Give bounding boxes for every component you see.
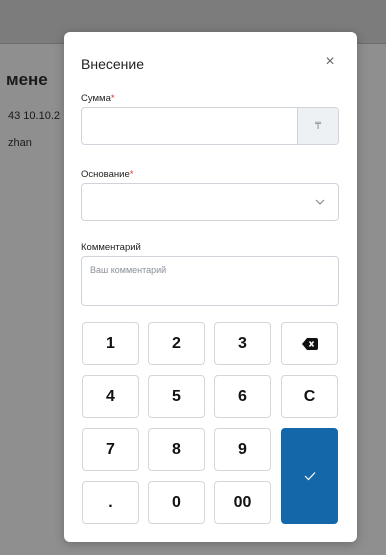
reason-select[interactable] (81, 183, 339, 221)
numeric-keypad: 1 2 3 4 5 6 C 7 8 9 . 0 00 (82, 322, 340, 525)
key-3[interactable]: 3 (214, 322, 271, 365)
key-5[interactable]: 5 (148, 375, 205, 418)
key-0[interactable]: 0 (148, 481, 205, 524)
key-7[interactable]: 7 (82, 428, 139, 471)
key-1[interactable]: 1 (82, 322, 139, 365)
key-8[interactable]: 8 (148, 428, 205, 471)
required-marker: * (110, 93, 115, 104)
amount-label-text: Сумма (81, 93, 111, 104)
submit-button[interactable] (281, 428, 338, 524)
modal-title: Внесение (81, 56, 144, 72)
comment-textarea[interactable]: Ваш комментарий (81, 256, 339, 306)
key-dot[interactable]: . (82, 481, 139, 524)
key-00[interactable]: 00 (214, 481, 271, 524)
amount-field[interactable]: ₸ (81, 107, 339, 145)
background-heading: мене (6, 70, 48, 89)
tenge-icon: ₸ (314, 120, 322, 132)
key-2[interactable]: 2 (148, 322, 205, 365)
backspace-button[interactable] (281, 322, 338, 365)
comment-label: Комментарий (81, 242, 141, 253)
key-9[interactable]: 9 (214, 428, 271, 471)
required-marker: * (129, 169, 134, 180)
checkmark-icon (304, 472, 315, 481)
comment-placeholder: Ваш комментарий (90, 265, 167, 275)
currency-addon: ₸ (297, 108, 338, 144)
key-4[interactable]: 4 (82, 375, 139, 418)
background-line-2: zhan (8, 137, 32, 149)
close-button[interactable]: × (320, 52, 340, 72)
background-line-1: 43 10.10.2 (8, 110, 60, 122)
chevron-down-icon (315, 199, 325, 205)
amount-label: Сумма* (81, 93, 115, 104)
clear-button[interactable]: C (281, 375, 338, 418)
backspace-icon (301, 337, 318, 350)
deposit-modal: Внесение × Сумма* ₸ Основание* Комментар… (64, 32, 357, 542)
reason-label: Основание* (81, 169, 133, 180)
close-icon: × (325, 53, 335, 70)
reason-label-text: Основание (81, 169, 130, 180)
key-6[interactable]: 6 (214, 375, 271, 418)
